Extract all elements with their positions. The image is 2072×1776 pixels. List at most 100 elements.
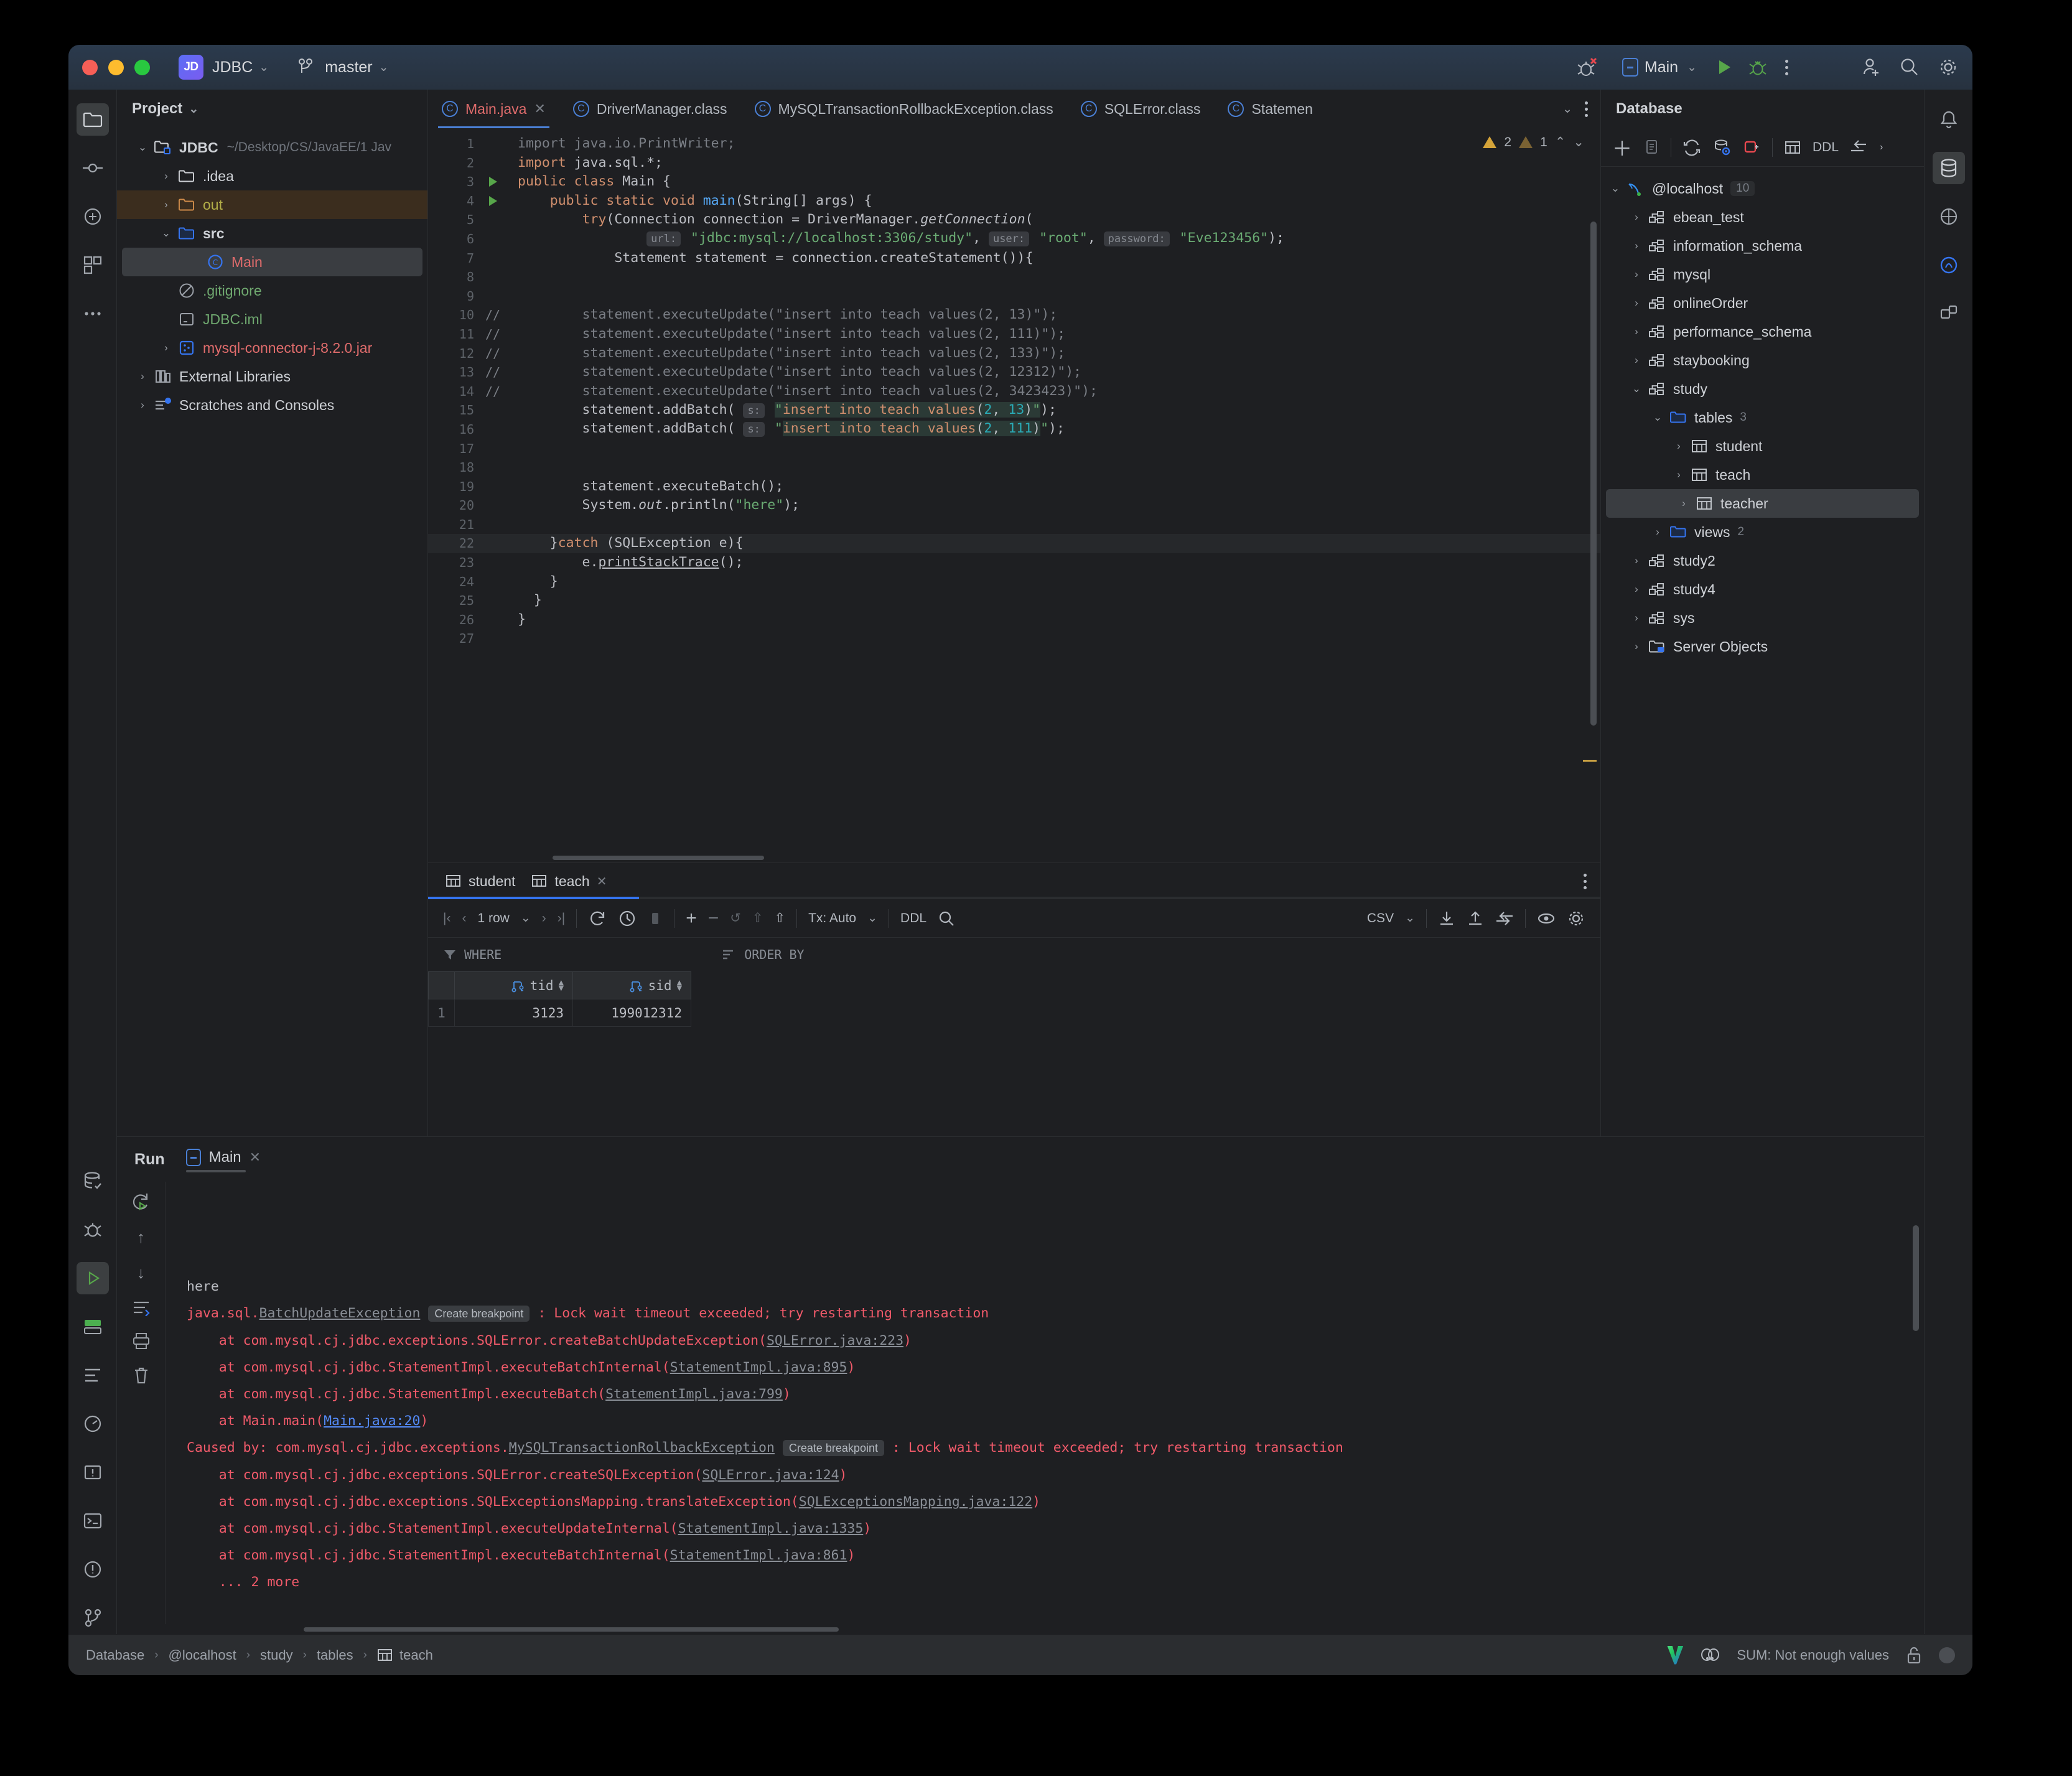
tree-expand-arrow[interactable]: › xyxy=(133,370,152,383)
editor-gutter[interactable]: // xyxy=(482,363,504,382)
minimize-window-button[interactable] xyxy=(108,60,124,75)
sort-icon[interactable]: ▲▼ xyxy=(677,980,682,991)
pull-requests-icon[interactable] xyxy=(77,200,109,233)
inspection-widget[interactable]: 2 1 ⌃ ⌄ xyxy=(1483,134,1584,150)
prev-problem-icon[interactable]: ⌃ xyxy=(1555,134,1566,150)
run-tab-main[interactable]: Main ✕ xyxy=(186,1149,261,1170)
history-icon[interactable] xyxy=(618,909,637,928)
transaction-mode-label[interactable]: Tx: Auto xyxy=(808,911,856,926)
breadcrumb-item[interactable]: teach xyxy=(377,1647,433,1663)
grid-cell[interactable]: 199012312 xyxy=(573,999,691,1027)
print-icon[interactable] xyxy=(132,1332,151,1350)
database-tree-row[interactable]: ›study2 xyxy=(1601,546,1924,575)
tree-expand-arrow[interactable]: › xyxy=(1669,469,1688,481)
chevron-down-icon[interactable]: ⌄ xyxy=(189,102,198,116)
grid-column-header[interactable]: sid▲▼ xyxy=(573,972,691,999)
project-tree[interactable]: ⌄JDBC~/Desktop/CS/JavaEE/1 Jav›.idea›out… xyxy=(117,128,427,419)
editor-tab[interactable]: CStatemen xyxy=(1214,90,1326,128)
scroll-up-icon[interactable]: ↑ xyxy=(137,1228,145,1247)
add-datasource-icon[interactable]: ＋ xyxy=(1612,133,1632,162)
upload-file-icon[interactable] xyxy=(1467,910,1484,927)
database-tree-row[interactable]: ›mysql xyxy=(1601,260,1924,289)
debug-tool-icon[interactable] xyxy=(77,1213,109,1246)
editor-gutter[interactable]: // xyxy=(482,344,504,363)
data-tab[interactable]: student xyxy=(446,873,515,890)
upload-icon[interactable]: ⇧ xyxy=(774,910,785,926)
branch-selector[interactable]: master ⌄ xyxy=(297,58,388,77)
run-configuration-selector[interactable]: Main ⌄ xyxy=(1617,55,1702,79)
tree-expand-arrow[interactable]: › xyxy=(1627,554,1646,567)
database-tree-row[interactable]: ›teach xyxy=(1601,460,1924,489)
download-icon[interactable] xyxy=(1438,910,1455,927)
row-count-label[interactable]: 1 row xyxy=(477,911,509,926)
editor-hscrollbar[interactable] xyxy=(428,853,1600,862)
database-tree-row[interactable]: ›staybooking xyxy=(1601,346,1924,375)
maximize-window-button[interactable] xyxy=(134,60,150,75)
ddl-button[interactable]: DDL xyxy=(900,911,926,926)
first-page-icon[interactable]: |‹ xyxy=(443,911,450,926)
window-controls[interactable] xyxy=(82,60,150,75)
disconnect-icon[interactable] xyxy=(1742,138,1761,157)
filter-funnel-icon[interactable] xyxy=(443,948,457,961)
jump-to-icon[interactable] xyxy=(1850,139,1869,156)
database-tree-row[interactable]: ›performance_schema xyxy=(1601,317,1924,346)
editor-tab-bar[interactable]: CMain.java✕CDriverManager.classCMySQLTra… xyxy=(428,90,1600,128)
prev-page-icon[interactable]: ‹ xyxy=(462,911,466,926)
chevron-down-icon[interactable]: ⌄ xyxy=(867,911,877,925)
editor-gutter[interactable] xyxy=(482,196,504,206)
console-output[interactable]: herejava.sql.BatchUpdateException Create… xyxy=(166,1182,1924,1624)
database-tree-row[interactable]: ›sys xyxy=(1601,604,1924,632)
tree-expand-arrow[interactable]: › xyxy=(1627,640,1646,653)
notifications-tool-icon[interactable] xyxy=(77,1553,109,1586)
database-tree-row[interactable]: ›information_schema xyxy=(1601,231,1924,260)
tree-expand-arrow[interactable]: ⌄ xyxy=(1648,411,1667,424)
tree-expand-arrow[interactable]: › xyxy=(1674,497,1693,510)
stop-debug-icon[interactable] xyxy=(1575,55,1600,80)
project-tool-icon[interactable] xyxy=(77,103,109,136)
settings-gear-icon[interactable] xyxy=(1938,57,1959,78)
tree-expand-arrow[interactable]: › xyxy=(1627,297,1646,309)
database-tree-row[interactable]: ›student xyxy=(1601,432,1924,460)
run-button[interactable] xyxy=(1719,60,1730,74)
sort-icon[interactable]: ▲▼ xyxy=(559,980,564,991)
debug-button[interactable] xyxy=(1748,57,1768,78)
editor-gutter[interactable]: // xyxy=(482,325,504,344)
console-scrollbar[interactable] xyxy=(1913,1225,1919,1331)
problems-tool-icon[interactable] xyxy=(77,1456,109,1489)
commit-tool-icon[interactable] xyxy=(77,152,109,184)
tree-expand-arrow[interactable]: ⌄ xyxy=(133,141,152,154)
project-tree-row[interactable]: ›CMain xyxy=(122,248,422,276)
table-view-icon[interactable] xyxy=(1784,139,1801,156)
tree-expand-arrow[interactable]: › xyxy=(1648,526,1667,538)
database-rail-icon[interactable] xyxy=(1933,152,1965,184)
structure-tool-icon[interactable] xyxy=(77,249,109,281)
database-tree-row[interactable]: ⌄tables3 xyxy=(1601,403,1924,432)
where-label[interactable]: WHERE xyxy=(464,947,502,962)
revert-icon[interactable]: ↺ xyxy=(730,910,741,926)
vim-plugin-icon[interactable] xyxy=(1667,1646,1683,1665)
breadcrumb-item[interactable]: study xyxy=(260,1647,293,1663)
expand-toolbar-icon[interactable]: › xyxy=(1880,142,1883,153)
editor-gutter[interactable]: // xyxy=(482,306,504,325)
terminal-tool-icon[interactable] xyxy=(77,1505,109,1537)
project-tree-row[interactable]: ›.gitignore xyxy=(117,276,427,305)
project-tree-row[interactable]: ⌄JDBC~/Desktop/CS/JavaEE/1 Jav xyxy=(117,133,427,162)
refresh-icon[interactable] xyxy=(1682,139,1701,156)
run-tool-icon[interactable] xyxy=(77,1262,109,1294)
project-tree-row[interactable]: ›.idea xyxy=(117,162,427,190)
code-editor[interactable]: 2 1 ⌃ ⌄ 1import java.io.PrintWriter;2imp… xyxy=(428,128,1600,853)
breadcrumb-item[interactable]: @localhost xyxy=(169,1647,236,1663)
close-icon[interactable]: ✕ xyxy=(250,1149,261,1166)
database-tree-row[interactable]: ›ebean_test xyxy=(1601,203,1924,231)
db-settings-icon[interactable] xyxy=(1712,138,1731,157)
project-tree-row[interactable]: ›JDBC.iml xyxy=(117,305,427,334)
project-tree-row[interactable]: ⌄src xyxy=(117,219,427,248)
copy-icon[interactable] xyxy=(1643,139,1659,156)
editor-tab[interactable]: CMain.java✕ xyxy=(428,90,559,128)
project-tree-row[interactable]: ›mysql-connector-j-8.2.0.jar xyxy=(117,334,427,362)
editor-tab[interactable]: CDriverManager.class xyxy=(559,90,741,128)
project-tree-row[interactable]: ›out xyxy=(117,190,427,219)
database-tree-row[interactable]: ⌄study xyxy=(1601,375,1924,403)
tree-expand-arrow[interactable]: › xyxy=(157,170,175,182)
tree-expand-arrow[interactable]: › xyxy=(1627,325,1646,338)
